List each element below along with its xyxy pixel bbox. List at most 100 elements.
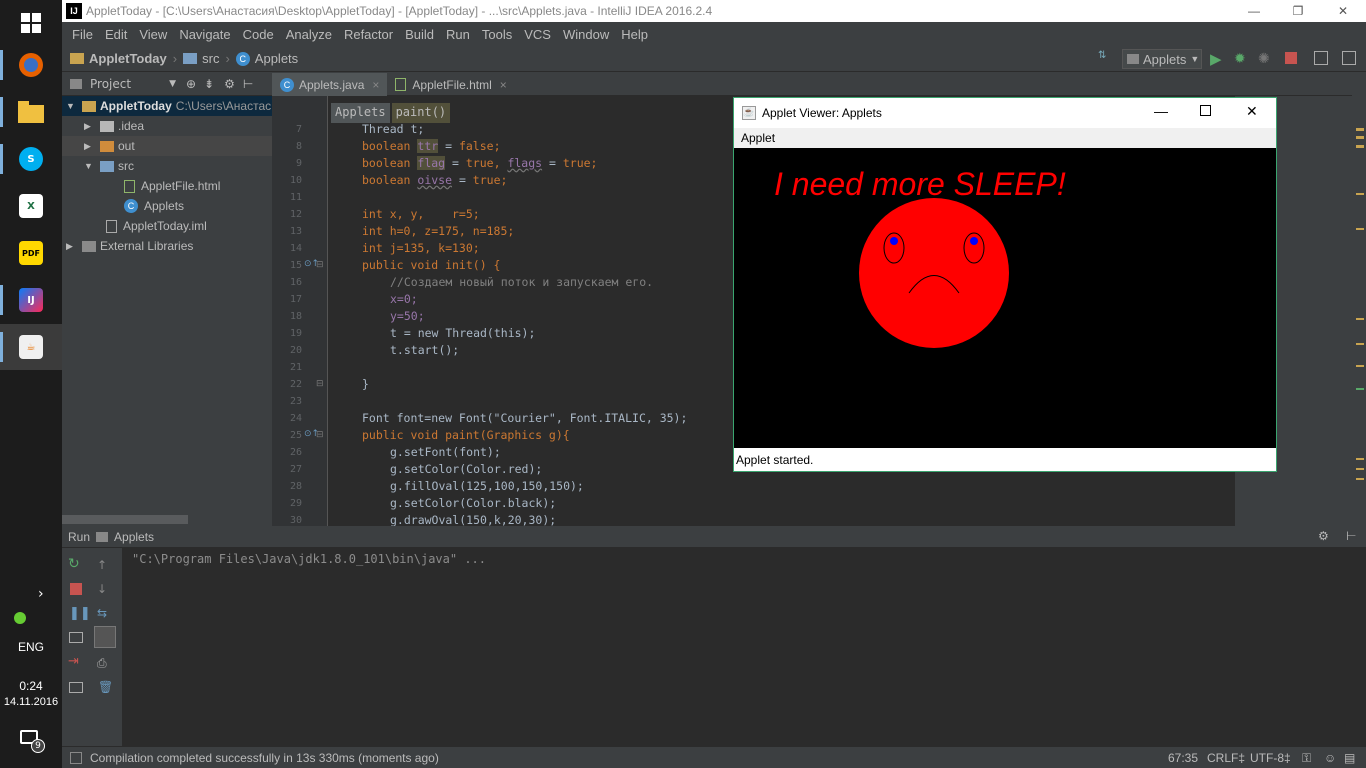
tree-item-label: Applets	[144, 199, 185, 213]
show-hidden-icons-chevron-icon[interactable]: ›	[38, 586, 44, 602]
fold-icon[interactable]: ⊟	[316, 260, 324, 270]
tree-item-out[interactable]: ▶ out	[62, 136, 272, 156]
scroll-from-source-icon[interactable]: ⊕	[186, 77, 196, 91]
tab-applets-java[interactable]: C Applets.java ×	[272, 73, 388, 96]
caret-position[interactable]: 67:35	[1168, 751, 1198, 765]
tree-item-applets[interactable]: C Applets	[62, 196, 272, 216]
settings-gear-icon[interactable]: ⚙	[1318, 529, 1329, 543]
run-panel-config[interactable]: Applets	[114, 530, 154, 544]
tab-appletfile-html[interactable]: AppletFile.html ×	[387, 73, 514, 96]
menu-vcs[interactable]: VCS	[518, 27, 557, 42]
hide-panel-icon[interactable]: ⊢	[243, 77, 253, 91]
layout-icon[interactable]	[69, 682, 83, 693]
arrow-up-icon[interactable]: ↑	[97, 558, 107, 572]
breadcrumb-method[interactable]: paint()	[391, 103, 451, 123]
tree-item-external-libraries[interactable]: ▶ External Libraries	[62, 236, 272, 256]
nav-project[interactable]: AppletToday	[89, 51, 167, 66]
collapse-all-icon[interactable]: ⇟	[204, 77, 214, 91]
tree-item-iml[interactable]: AppletToday.iml	[62, 216, 272, 236]
menu-window[interactable]: Window	[557, 27, 615, 42]
pause-icon[interactable]: ❚❚	[69, 606, 91, 621]
arrow-down-icon[interactable]: ↓	[97, 582, 107, 596]
menu-file[interactable]: File	[66, 27, 99, 42]
expand-arrow-icon[interactable]: ▶	[66, 241, 82, 252]
taskbar-skype[interactable]: S	[0, 136, 62, 182]
menu-code[interactable]: Code	[237, 27, 280, 42]
inspector-icon[interactable]: ☺	[1324, 751, 1336, 765]
coverage-icon[interactable]: ✺	[1258, 50, 1270, 67]
rerun-icon[interactable]: ↻	[68, 556, 80, 572]
fold-icon[interactable]: ⊟	[316, 379, 324, 389]
soft-wrap-icon[interactable]: ⇆	[97, 606, 107, 620]
project-view-dropdown-icon[interactable]: ▼	[169, 79, 176, 89]
tree-item-src[interactable]: ▼ src	[62, 156, 272, 176]
maximize-button[interactable]	[1200, 105, 1211, 116]
menu-navigate[interactable]: Navigate	[173, 27, 236, 42]
event-log-icon[interactable]: ▤	[1344, 751, 1355, 765]
sdk-icon[interactable]	[1342, 51, 1356, 65]
tab-close-icon[interactable]: ×	[500, 78, 507, 92]
file-encoding[interactable]: UTF-8‡	[1250, 751, 1291, 765]
taskbar-file-explorer[interactable]	[0, 89, 62, 135]
stop-icon[interactable]	[70, 583, 82, 595]
language-indicator[interactable]: ENG	[0, 640, 62, 654]
run-config-dropdown[interactable]: Applets ▼	[1122, 49, 1202, 69]
fold-icon[interactable]: ⊟	[316, 430, 324, 440]
tree-item-applettoday[interactable]: ▼ AppletToday C:\Users\Анастас	[62, 96, 272, 116]
menu-analyze[interactable]: Analyze	[280, 27, 338, 42]
hide-panel-icon[interactable]: ⊢	[1346, 529, 1356, 543]
stop-icon[interactable]	[1285, 52, 1297, 64]
lock-icon[interactable]: ⚿	[1302, 751, 1311, 766]
menu-view[interactable]: View	[133, 27, 173, 42]
expand-arrow-icon[interactable]: ▶	[84, 121, 100, 132]
tray-app-icon[interactable]	[14, 612, 26, 624]
menu-help[interactable]: Help	[615, 27, 654, 42]
run-panel-label[interactable]: Run	[68, 530, 90, 544]
taskbar-intellij[interactable]: IJ	[0, 277, 62, 323]
expand-arrow-icon[interactable]: ▼	[66, 101, 82, 111]
taskbar-pdf[interactable]: PDF	[0, 230, 62, 276]
applet-menu[interactable]: Applet	[741, 131, 775, 145]
project-structure-icon[interactable]	[1314, 51, 1328, 65]
close-button[interactable]: ✕	[1246, 103, 1258, 120]
nav-file[interactable]: Applets	[255, 51, 298, 66]
sort-icon[interactable]: ⇅	[1098, 50, 1106, 61]
menu-tools[interactable]: Tools	[476, 27, 518, 42]
taskbar-excel[interactable]: X	[0, 183, 62, 229]
clock-date[interactable]: 14.11.2016	[0, 696, 62, 708]
tool-windows-icon[interactable]	[70, 751, 82, 764]
menu-edit[interactable]: Edit	[99, 27, 133, 42]
run-icon[interactable]: ▶	[1210, 50, 1222, 68]
tree-item-idea[interactable]: ▶ .idea	[62, 116, 272, 136]
nav-folder[interactable]: src	[202, 51, 219, 66]
menu-build[interactable]: Build	[399, 27, 440, 42]
tree-item-appletfile-html[interactable]: AppletFile.html	[62, 176, 272, 196]
settings-gear-icon[interactable]: ⚙	[224, 77, 235, 91]
error-stripe[interactable]	[1352, 73, 1366, 526]
scroll-to-end-toggle[interactable]	[94, 626, 116, 648]
applet-canvas[interactable]: I need more SLEEP!	[734, 148, 1276, 448]
tab-close-icon[interactable]: ×	[372, 78, 379, 92]
breadcrumb-class[interactable]: Applets	[331, 103, 390, 123]
menu-refactor[interactable]: Refactor	[338, 27, 399, 42]
horizontal-scrollbar[interactable]	[62, 515, 188, 524]
console-output[interactable]: "C:\Program Files\Java\jdk1.8.0_101\bin\…	[122, 548, 1366, 746]
print-icon[interactable]: ⎙	[97, 656, 107, 671]
expand-arrow-icon[interactable]: ▼	[84, 161, 100, 171]
maximize-button[interactable]: ❐	[1276, 0, 1320, 22]
expand-arrow-icon[interactable]: ▶	[84, 141, 100, 152]
minimize-button[interactable]: —	[1232, 0, 1276, 22]
dump-threads-icon[interactable]	[69, 632, 83, 643]
taskbar-java[interactable]: ☕	[0, 324, 62, 370]
exit-icon[interactable]: ⇥	[68, 654, 79, 669]
start-button[interactable]	[0, 0, 62, 46]
trash-icon[interactable]: 🗑	[98, 680, 113, 694]
clock-time[interactable]: 0:24	[0, 679, 62, 693]
minimize-button[interactable]: —	[1154, 103, 1168, 119]
taskbar-firefox[interactable]	[0, 42, 62, 88]
project-panel-title[interactable]: Project	[90, 77, 131, 91]
close-button[interactable]: ✕	[1320, 0, 1366, 22]
menu-run[interactable]: Run	[440, 27, 476, 42]
line-separator[interactable]: CRLF‡	[1207, 751, 1245, 765]
debug-icon[interactable]: ✹	[1234, 50, 1246, 67]
